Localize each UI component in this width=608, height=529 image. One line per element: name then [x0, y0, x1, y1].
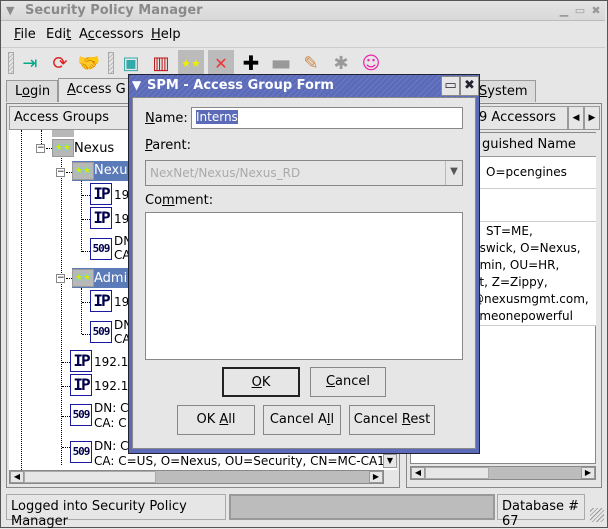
window-menu-icon[interactable]: ▼: [6, 4, 14, 17]
resize-grip-icon[interactable]: [590, 508, 604, 522]
user-avatar-icon[interactable]: ☺: [358, 50, 384, 76]
status-message: Logged into Security Policy Manager: [6, 494, 226, 529]
tree-node-ip[interactable]: 19: [114, 212, 129, 226]
cancel-button[interactable]: Cancel: [310, 367, 386, 397]
tree-node-x509[interactable]: DN: C CA: C: [94, 401, 128, 431]
table-row[interactable]: ST=ME, nswick, O=Nexus, dmin, OU=HR, et,…: [472, 222, 596, 326]
dialog-title-bar[interactable]: ▼ SPM - Access Group Form ▭ ✖: [129, 75, 479, 97]
comment-textarea[interactable]: [145, 212, 463, 360]
tab-access-groups[interactable]: Access G: [58, 78, 138, 102]
access-group-icon[interactable]: ★★: [178, 50, 204, 76]
scroll-tabs-left-button[interactable]: ◀: [568, 106, 584, 130]
accessors-horizontal-scrollbar[interactable]: ◀ ▶: [410, 466, 596, 480]
bug-disabled-icon[interactable]: ✱: [328, 50, 354, 76]
menu-accessors[interactable]: Accessors: [79, 27, 144, 42]
access-group-icon: ★★: [72, 269, 94, 287]
tree-node-ip[interactable]: 19: [114, 188, 129, 202]
comment-label: Comment:: [145, 193, 214, 208]
scroll-left-icon[interactable]: ◀: [10, 471, 24, 483]
remove-icon[interactable]: ▬: [268, 50, 294, 76]
scroll-right-icon[interactable]: ▶: [581, 467, 595, 479]
table-row[interactable]: O=zwiggle: [472, 189, 596, 222]
maximize-icon[interactable]: ▭: [573, 4, 587, 18]
name-input[interactable]: Interns: [191, 107, 463, 129]
gift-box-icon[interactable]: ▥: [148, 50, 174, 76]
dialog-menu-icon[interactable]: ▼: [132, 78, 141, 92]
collapse-toggle[interactable]: −: [36, 144, 45, 153]
ok-all-button[interactable]: OK All: [177, 405, 255, 435]
title-bar: ▼ Security Policy Manager ▁ ▭ ✖: [1, 1, 605, 21]
menu-file[interactable]: File: [14, 27, 36, 42]
collapse-toggle[interactable]: −: [56, 274, 65, 283]
x509-certificate-icon: 509: [70, 404, 92, 426]
scroll-right-icon[interactable]: ▶: [369, 471, 383, 483]
open-box-icon[interactable]: ▣: [118, 50, 144, 76]
scroll-tabs-right-button[interactable]: ▶: [584, 106, 600, 130]
name-label: Name:: [145, 111, 188, 126]
scroll-left-icon[interactable]: ◀: [411, 467, 425, 479]
tree-node-ip[interactable]: 192.1: [94, 355, 128, 369]
add-icon[interactable]: ✚: [238, 50, 264, 76]
scrollbar-thumb[interactable]: [425, 467, 489, 479]
handshake-icon[interactable]: 🤝: [76, 50, 102, 76]
progress-bar: [229, 494, 495, 520]
ip-icon: IP: [70, 374, 92, 396]
close-icon[interactable]: ✖: [589, 4, 603, 18]
scroll-down-button[interactable]: ▼: [383, 454, 397, 468]
login-door-icon[interactable]: ⇥: [17, 50, 43, 76]
group-icon-partial: [52, 130, 74, 137]
cancel-rest-button[interactable]: Cancel Rest: [349, 405, 435, 435]
access-group-form-dialog: ▼ SPM - Access Group Form ▭ ✖ Name: Inte…: [128, 74, 480, 454]
accessors-header: 9 Accessors: [472, 106, 568, 130]
refresh-icon[interactable]: ⟳: [47, 50, 73, 76]
access-group-icon: ★★: [72, 162, 94, 180]
menu-help[interactable]: Help: [151, 27, 181, 42]
edit-pencil-icon[interactable]: ✎: [298, 50, 324, 76]
menu-bar: File Edit Accessors Help: [1, 22, 605, 48]
tree-node-nexus[interactable]: Nexus: [74, 141, 114, 156]
x509-certificate-icon: 509: [70, 441, 92, 463]
parent-select[interactable]: NexNet/Nexus/Nexus_RD: [145, 160, 463, 186]
tree-node-ip[interactable]: 192.1: [94, 379, 128, 393]
delete-access-group-icon[interactable]: ✕: [208, 50, 234, 76]
ip-icon: IP: [70, 350, 92, 372]
menu-edit[interactable]: Edit: [46, 27, 71, 42]
tree-line: [81, 180, 82, 252]
tree-node-ip[interactable]: 19: [114, 295, 129, 309]
tree-line: [21, 130, 22, 470]
tree-line: [61, 155, 62, 465]
toolbar-grip[interactable]: [8, 52, 14, 74]
x509-certificate-icon: 509: [90, 321, 112, 343]
ok-button[interactable]: OK: [222, 367, 300, 397]
table-row[interactable]: O=pcengines: [472, 157, 596, 189]
tree-horizontal-scrollbar[interactable]: ◀ ▶: [9, 470, 384, 484]
ip-icon: IP: [90, 183, 112, 205]
column-header-distinguished-name[interactable]: guished Name: [472, 133, 596, 157]
scrollbar-thumb[interactable]: [24, 471, 156, 483]
tree-line: [81, 288, 82, 334]
dialog-title: SPM - Access Group Form: [147, 78, 334, 93]
database-indicator: Database # 67: [497, 494, 585, 529]
dialog-maximize-icon[interactable]: ▭: [441, 76, 460, 96]
ip-icon: IP: [90, 207, 112, 229]
cancel-all-button[interactable]: Cancel All: [263, 405, 341, 435]
dialog-body: Name: Interns Parent: NexNet/Nexus/Nexus…: [132, 97, 476, 449]
parent-label: Parent:: [145, 138, 192, 153]
window-title: Security Policy Manager: [25, 3, 203, 18]
ip-icon: IP: [90, 290, 112, 312]
minimize-icon[interactable]: ▁: [557, 4, 571, 18]
access-group-icon: ★★: [52, 139, 74, 157]
x509-certificate-icon: 509: [90, 238, 112, 260]
collapse-toggle[interactable]: −: [56, 168, 65, 177]
tab-login[interactable]: Login: [6, 80, 58, 102]
dialog-close-icon[interactable]: ✖: [460, 76, 479, 96]
toolbar-grip-2[interactable]: [108, 52, 114, 74]
dropdown-arrow-icon[interactable]: ▼: [445, 161, 462, 185]
